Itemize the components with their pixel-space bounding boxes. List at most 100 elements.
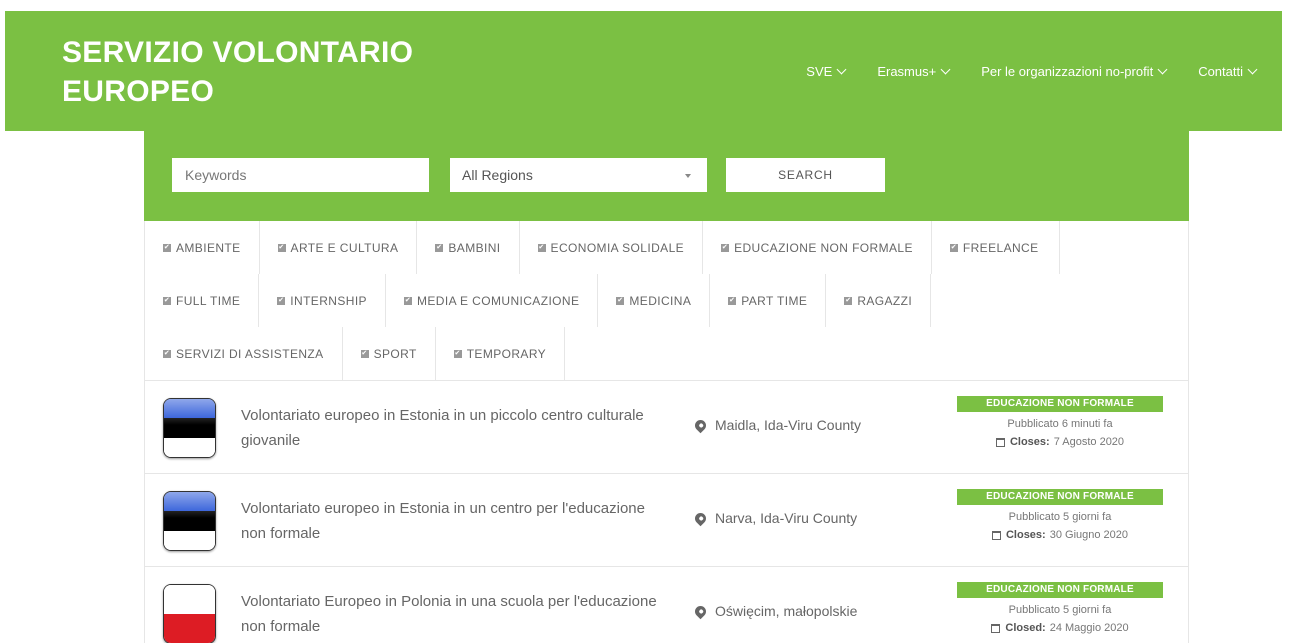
location-text: Oświęcim, małopolskie	[715, 603, 858, 619]
category-badge[interactable]: EDUCAZIONE NON FORMALE	[957, 489, 1163, 505]
region-select[interactable]: All Regions	[450, 158, 707, 192]
estonia-flag-icon	[163, 398, 216, 458]
location-text: Narva, Ida-Viru County	[715, 510, 858, 526]
filter-row: ✔ AMBIENTE ✔ ARTE E CULTURA ✔ BAMBINI ✔ ECON…	[145, 221, 1060, 274]
region-select-value: All Regions	[462, 167, 533, 183]
filter-arte-e-cultura[interactable]: ✔ ARTE E CULTURA	[260, 221, 418, 274]
closing-date: Closes: 7 Agosto 2020	[957, 436, 1163, 448]
deadline-label: Closes:	[1009, 436, 1050, 448]
calendar-icon	[991, 530, 1001, 540]
nav-label: Per le organizzazioni no-profit	[981, 64, 1154, 79]
keywords-input[interactable]	[172, 158, 429, 192]
filter-label: MEDICINA	[629, 293, 692, 308]
job-title[interactable]: Volontariato Europeo in Polonia in una s…	[241, 589, 661, 639]
filter-educazione-non-formale[interactable]: ✔ EDUCAZIONE NON FORMALE	[703, 221, 932, 274]
checkbox-checked-icon: ✔	[435, 243, 444, 252]
checkbox-checked-icon: ✔	[616, 296, 625, 305]
search-button[interactable]: SEARCH	[726, 158, 885, 192]
filter-label: PART TIME	[741, 293, 808, 308]
checkbox-checked-icon: ✔	[721, 243, 730, 252]
job-meta: EDUCAZIONE NON FORMALE Pubblicato 5 gior…	[957, 489, 1163, 541]
filter-label: ECONOMIA SOLIDALE	[550, 240, 685, 255]
filter-sport[interactable]: ✔ SPORT	[343, 327, 436, 380]
filter-label: MEDIA E COMUNICAZIONE	[416, 293, 580, 308]
filter-ragazzi[interactable]: ✔ RAGAZZI	[826, 274, 932, 327]
job-listing[interactable]: Volontariato europeo in Estonia in un pi…	[145, 380, 1188, 473]
estonia-flag-icon	[163, 491, 216, 551]
nav-item-sve[interactable]: SVE	[806, 64, 847, 79]
chevron-down-icon	[940, 64, 951, 75]
site-logo[interactable]: SERVIZIO VOLONTARIO EUROPEO	[62, 33, 413, 111]
nav-item-erasmus[interactable]: Erasmus+	[877, 64, 951, 79]
filter-ambiente[interactable]: ✔ AMBIENTE	[145, 221, 260, 274]
map-pin-icon	[692, 510, 709, 526]
main-nav: SVE Erasmus+ Per le organizzazioni no-pr…	[774, 64, 1258, 79]
posted-date: Pubblicato 6 minuti fa	[1007, 418, 1113, 430]
map-pin-icon	[692, 417, 709, 433]
closing-date: Closes: 30 Giugno 2020	[957, 529, 1163, 541]
job-listing[interactable]: Volontariato europeo in Estonia in un ce…	[145, 473, 1188, 566]
deadline-value: 24 Maggio 2020	[1049, 622, 1129, 634]
nav-item-organizzazioni[interactable]: Per le organizzazioni no-profit	[981, 64, 1168, 79]
job-listing[interactable]: Volontariato Europeo in Polonia in una s…	[145, 566, 1188, 643]
nav-item-contatti[interactable]: Contatti	[1198, 64, 1258, 79]
filter-part-time[interactable]: ✔ PART TIME	[710, 274, 827, 327]
location-text: Maidla, Ida-Viru County	[715, 417, 862, 433]
brand-line-2: EUROPEO	[62, 75, 215, 108]
filter-label: AMBIENTE	[176, 240, 241, 255]
checkbox-checked-icon: ✔	[163, 349, 171, 358]
job-listings: Volontariato europeo in Estonia in un pi…	[144, 380, 1189, 643]
filter-servizi-di-assistenza[interactable]: ✔ SERVIZI DI ASSISTENZA	[145, 327, 343, 380]
job-location: Maidla, Ida-Viru County	[692, 417, 862, 433]
filter-bambini[interactable]: ✔ BAMBINI	[417, 221, 520, 274]
filter-freelance[interactable]: ✔ FREELANCE	[932, 221, 1060, 274]
filter-label: INTERNSHIP	[290, 293, 367, 308]
job-title[interactable]: Volontariato europeo in Estonia in un ce…	[241, 496, 661, 546]
calendar-icon	[995, 437, 1005, 447]
job-location: Oświęcim, małopolskie	[692, 603, 858, 619]
filter-label: SPORT	[373, 346, 417, 361]
filter-medicina[interactable]: ✔ MEDICINA	[598, 274, 711, 327]
checkbox-checked-icon: ✔	[453, 349, 462, 358]
category-filters: ✔ AMBIENTE ✔ ARTE E CULTURA ✔ BAMBINI ✔ ECON…	[144, 221, 1189, 380]
checkbox-checked-icon: ✔	[277, 296, 286, 305]
filter-label: EDUCAZIONE NON FORMALE	[734, 240, 913, 255]
deadline-label: Closes:	[1005, 529, 1046, 541]
filter-temporary[interactable]: ✔ TEMPORARY	[436, 327, 566, 380]
site-header: SERVIZIO VOLONTARIO EUROPEO SVE Erasmus+…	[5, 11, 1282, 131]
filter-label: SERVIZI DI ASSISTENZA	[176, 346, 324, 361]
filter-label: FULL TIME	[176, 293, 241, 308]
poland-flag-icon	[163, 584, 216, 643]
job-search-form: All Regions SEARCH	[144, 131, 1189, 221]
job-title[interactable]: Volontariato europeo in Estonia in un pi…	[241, 403, 661, 453]
checkbox-checked-icon: ✔	[360, 349, 369, 358]
checkbox-checked-icon: ✔	[844, 296, 853, 305]
filter-internship[interactable]: ✔ INTERNSHIP	[259, 274, 386, 327]
filter-label: ARTE E CULTURA	[290, 240, 399, 255]
filter-media-e-comunicazione[interactable]: ✔ MEDIA E COMUNICAZIONE	[386, 274, 599, 327]
chevron-down-icon	[1247, 64, 1258, 75]
job-meta: EDUCAZIONE NON FORMALE Pubblicato 5 gior…	[957, 582, 1163, 634]
filter-label: BAMBINI	[448, 240, 501, 255]
closing-date: Closed: 24 Maggio 2020	[957, 622, 1163, 634]
calendar-icon	[991, 623, 1001, 633]
checkbox-checked-icon: ✔	[403, 296, 412, 305]
nav-label: Contatti	[1198, 64, 1243, 79]
deadline-value: 7 Agosto 2020	[1053, 436, 1125, 448]
deadline-value: 30 Giugno 2020	[1049, 529, 1129, 541]
posted-date: Pubblicato 5 giorni fa	[1008, 511, 1112, 523]
checkbox-checked-icon: ✔	[537, 243, 546, 252]
filter-label: FREELANCE	[962, 240, 1039, 255]
checkbox-checked-icon: ✔	[949, 243, 958, 252]
job-location: Narva, Ida-Viru County	[692, 510, 858, 526]
chevron-down-icon	[1157, 64, 1168, 75]
filter-economia-solidale[interactable]: ✔ ECONOMIA SOLIDALE	[520, 221, 704, 274]
checkbox-checked-icon: ✔	[728, 296, 737, 305]
nav-label: SVE	[806, 64, 833, 79]
filter-full-time[interactable]: ✔ FULL TIME	[145, 274, 260, 327]
deadline-label: Closed:	[1005, 622, 1046, 634]
category-badge[interactable]: EDUCAZIONE NON FORMALE	[957, 396, 1163, 412]
caret-down-icon	[685, 174, 691, 178]
checkbox-checked-icon: ✔	[277, 243, 286, 252]
category-badge[interactable]: EDUCAZIONE NON FORMALE	[957, 582, 1163, 598]
